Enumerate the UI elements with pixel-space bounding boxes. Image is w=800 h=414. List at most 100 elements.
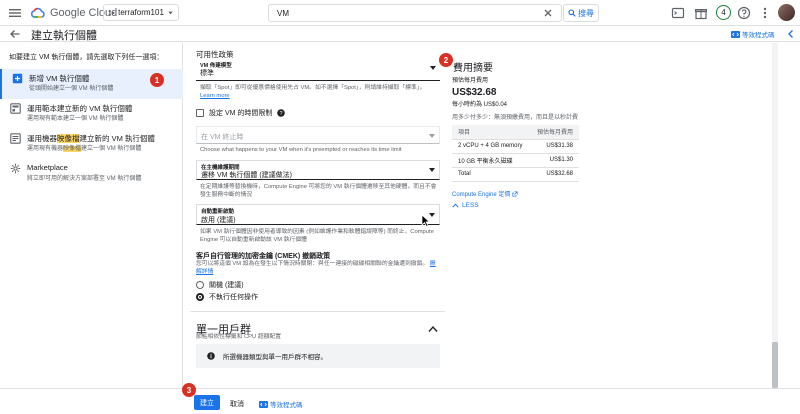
chevron-up-icon[interactable] <box>428 325 438 333</box>
learn-more-link[interactable]: Learn more <box>200 93 230 99</box>
project-picker[interactable]: terraform101 <box>103 4 179 21</box>
project-icon <box>108 9 115 16</box>
radio-shutdown[interactable] <box>196 281 204 289</box>
help-text: 擷取「Spot」即可從優惠價格使用先占 VM。如不選擇「Spot」，則請維持擷取… <box>200 85 426 91</box>
maintenance-select[interactable]: 在主機維護期間 遷移 VM 執行個體 (建議做法) <box>196 160 440 180</box>
back-arrow-icon[interactable] <box>9 28 21 40</box>
radio-noop-row[interactable]: 不執行任何操作 <box>196 292 258 302</box>
chevron-down-icon <box>168 11 173 14</box>
field-label: 自動重新啟動 <box>201 209 235 215</box>
help-text: 您可以將這個 VM 設為在發生以下情況時關閉：與任一連接的磁碟相關聯的金鑰遭到撤… <box>196 261 429 267</box>
code-icon <box>259 400 268 408</box>
chevron-up-icon <box>452 203 459 208</box>
less-label: LESS <box>462 202 479 209</box>
option-marketplace[interactable]: Marketplace 將立即可用的解決方案部署至 VM 執行個體 <box>0 159 183 189</box>
more-vertical-icon[interactable] <box>758 6 772 20</box>
maintenance-help: 在定期維護等替換機時，Compute Engine 可將您的 VM 執行個體遷移… <box>200 184 437 198</box>
machine-image-icon <box>10 133 21 144</box>
cloud-logo-icon <box>30 7 45 18</box>
project-name: terraform101 <box>118 8 164 17</box>
radio-off-row[interactable]: 關機 (建議) <box>196 280 244 290</box>
row-cost: US$32.68 <box>531 167 579 182</box>
equivalent-code-button[interactable]: 等效程式碼 <box>259 399 303 409</box>
avatar[interactable] <box>778 4 795 21</box>
add-box-icon <box>12 73 23 84</box>
step-marker-2: 2 <box>439 53 453 67</box>
info-text: 所選機器類型與單一用戶群不相容。 <box>223 354 327 361</box>
dropdown-caret-icon <box>430 66 436 70</box>
monthly-estimate-value: US$32.68 <box>452 87 497 98</box>
row-cost: US$31.38 <box>531 139 579 154</box>
dropdown-caret-icon <box>429 168 435 172</box>
provisioning-model-select[interactable]: VM 佈建模型 標準 <box>196 59 440 81</box>
pricing-link[interactable]: Compute Engine 定價 <box>452 189 518 198</box>
scrollbar-track[interactable] <box>772 43 778 388</box>
title-part: 建立新的 VM 執行個體 <box>79 134 155 143</box>
clear-icon[interactable] <box>543 8 553 18</box>
row-item: Total <box>452 167 532 182</box>
page-title: 建立執行個體 <box>31 30 97 42</box>
info-icon <box>207 352 215 360</box>
svg-text:?: ? <box>280 111 283 117</box>
less-toggle[interactable]: LESS <box>452 202 479 209</box>
field-value: 遷移 VM 執行個體 (建議做法) <box>201 172 292 179</box>
equivalent-code-link[interactable]: 等效程式碼 <box>731 29 775 39</box>
table-header-row: 項目 預估每月費用 <box>452 125 579 140</box>
help-icon[interactable] <box>737 6 751 20</box>
open-in-new-icon <box>512 190 518 197</box>
on-termination-help: Choose what happens to your VM when it's… <box>200 147 402 153</box>
highlighted-term: 映像檔 <box>63 146 82 152</box>
step-marker-1: 1 <box>150 73 164 87</box>
page-header: 建立執行個體 等效程式碼 <box>0 26 800 42</box>
collapse-panel-icon[interactable] <box>786 28 796 40</box>
search-button[interactable]: 搜尋 <box>563 4 599 22</box>
radio-do-nothing[interactable] <box>196 293 204 301</box>
gift-icon[interactable] <box>694 6 708 20</box>
pricing-link-label: Compute Engine 定價 <box>452 192 511 198</box>
top-bar: Google Cloud terraform101 VM 搜尋 4 <box>0 0 800 26</box>
table-row: 10 GB 平衡永久磁碟 US$1.30 <box>452 153 579 168</box>
cost-summary-title: 費用摘要 <box>453 63 493 74</box>
scrollbar-thumb[interactable] <box>772 342 778 388</box>
create-button[interactable]: 建立 <box>194 395 220 410</box>
usage-note: 用多少付多少：無須預繳費用，而且是以秒計費 <box>452 115 579 121</box>
hourly-estimate: 每小時約為 US$0.04 <box>452 102 508 108</box>
search-input[interactable]: VM <box>268 4 562 22</box>
cancel-button[interactable]: 取消 <box>230 399 244 409</box>
time-limit-checkbox[interactable] <box>196 109 204 117</box>
time-limit-row: 設定 VM 的時間限制 ? <box>196 108 286 118</box>
option-from-machine-image[interactable]: 運用機器映像檔建立新的 VM 執行個體 運用現有機器映像檔建立一個 VM 執行個… <box>0 129 183 159</box>
option-from-template[interactable]: 運用範本建立新的 VM 執行個體 運用現有範本建立一個 VM 執行個體 <box>0 99 183 129</box>
sub-part: 運用現有機器 <box>27 146 64 152</box>
radio-label: 不執行任何操作 <box>209 294 258 301</box>
row-item: 2 vCPU + 4 GB memory <box>452 139 532 154</box>
row-cost: US$1.30 <box>531 153 579 168</box>
table-row: Total US$32.68 <box>452 167 579 182</box>
on-termination-select[interactable]: 在 VM 終止時 <box>196 126 440 144</box>
equivalent-code-label: 等效程式碼 <box>742 32 775 39</box>
option-title: Marketplace <box>27 163 68 172</box>
option-subtitle: 從頭開始建立一個 VM 執行個體 <box>29 86 114 92</box>
field-placeholder: 在 VM 終止時 <box>201 134 244 141</box>
auto-restart-select[interactable]: 自動重新啟動 啟用 (建議) <box>196 204 440 225</box>
notification-badge[interactable]: 4 <box>716 5 731 20</box>
creation-options-panel: 如要建立 VM 執行個體，請先選取下列任一選項： 新增 VM 執行個體 從頭開始… <box>0 43 183 388</box>
help-circle-icon[interactable]: ? <box>277 109 286 117</box>
sole-tenancy-info-box: 所選機器類型與單一用戶群不相容。 <box>196 344 440 368</box>
cloud-shell-icon[interactable] <box>671 6 685 20</box>
equivalent-code-label: 等效程式碼 <box>270 402 303 409</box>
code-icon <box>731 30 740 38</box>
menu-icon[interactable] <box>8 6 22 20</box>
time-limit-label: 設定 VM 的時間限制 <box>209 110 273 117</box>
field-value: 啟用 (建議) <box>201 217 236 224</box>
option-subtitle: 運用現有範本建立一個 VM 執行個體 <box>27 116 124 122</box>
field-value: 標準 <box>200 70 214 77</box>
title-part: 運用機器 <box>27 134 57 143</box>
mouse-cursor-icon <box>421 214 430 227</box>
options-heading: 如要建立 VM 執行個體，請先選取下列任一選項： <box>9 54 164 61</box>
table-row: 2 vCPU + 4 GB memory US$31.38 <box>452 139 579 154</box>
option-new-vm[interactable]: 新增 VM 執行個體 從頭開始建立一個 VM 執行個體 1 <box>0 69 183 99</box>
cmek-help: 您可以將這個 VM 設為在發生以下情況時關閉：與任一連接的磁碟相關聯的金鑰遭到撤… <box>196 260 440 276</box>
row-item: 10 GB 平衡永久磁碟 <box>452 153 532 168</box>
search-icon <box>568 9 576 17</box>
